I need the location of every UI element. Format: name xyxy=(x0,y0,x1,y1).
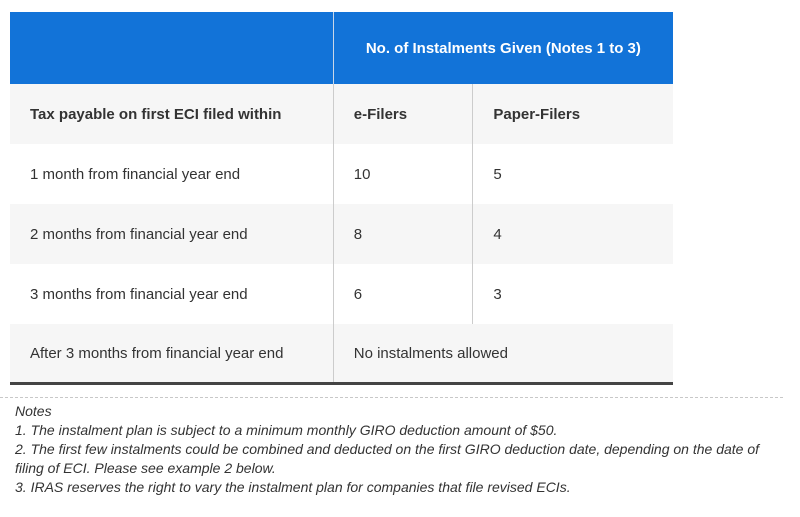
column-header-period: Tax payable on first ECI filed within xyxy=(10,84,334,144)
group-header: No. of Instalments Given (Notes 1 to 3) xyxy=(333,12,673,84)
period-cell: After 3 months from financial year end xyxy=(10,324,334,385)
notes-section: Notes 1. The instalment plan is subject … xyxy=(15,402,795,497)
period-cell: 3 months from financial year end xyxy=(10,264,334,324)
e-filers-cell: 10 xyxy=(332,144,473,204)
note-item: 2. The first few instalments could be co… xyxy=(15,441,760,476)
table-header-row: No. of Instalments Given (Notes 1 to 3) xyxy=(10,12,673,84)
paper-filers-cell: 3 xyxy=(472,264,673,324)
header-blank-cell xyxy=(10,12,334,84)
column-header-paper-filers: Paper-Filers xyxy=(472,84,673,144)
note-item: 1. The instalment plan is subject to a m… xyxy=(15,422,558,438)
table-row: After 3 months from financial year end N… xyxy=(10,324,673,385)
period-cell: 1 month from financial year end xyxy=(10,144,334,204)
column-header-row: Tax payable on first ECI filed within e-… xyxy=(10,84,673,144)
dashed-divider xyxy=(0,397,783,398)
paper-filers-cell: 5 xyxy=(472,144,673,204)
period-cell: 2 months from financial year end xyxy=(10,204,334,264)
paper-filers-cell: 4 xyxy=(472,204,673,264)
table-row: 1 month from financial year end 10 5 xyxy=(10,144,673,204)
instalment-table: No. of Instalments Given (Notes 1 to 3) … xyxy=(10,12,673,385)
no-instalments-cell: No instalments allowed xyxy=(332,324,673,385)
note-item: 3. IRAS reserves the right to vary the i… xyxy=(15,479,571,495)
column-header-e-filers: e-Filers xyxy=(332,84,473,144)
e-filers-cell: 6 xyxy=(332,264,473,324)
table-row: 2 months from financial year end 8 4 xyxy=(10,204,673,264)
table-row: 3 months from financial year end 6 3 xyxy=(10,264,673,324)
notes-title: Notes xyxy=(15,403,52,419)
e-filers-cell: 8 xyxy=(332,204,473,264)
